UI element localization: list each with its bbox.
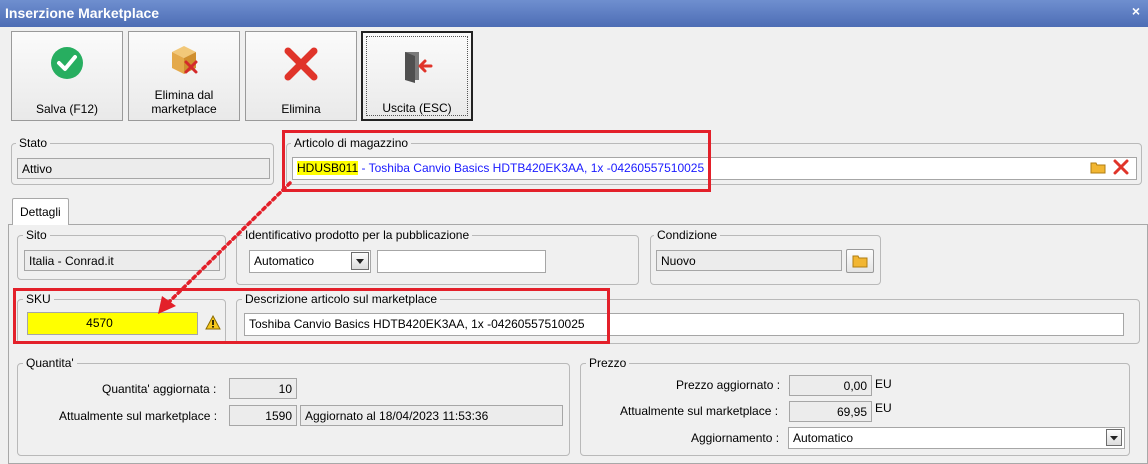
- annotation-arrow: [158, 181, 292, 314]
